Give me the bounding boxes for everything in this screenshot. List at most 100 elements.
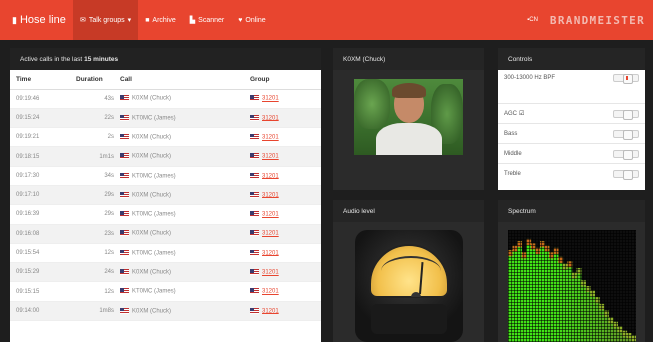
table-row[interactable]: 09:19:46 43s K0XM (Chuck) 31201: [10, 89, 321, 109]
call-time: 09:16:39: [10, 204, 76, 225]
call-group-text: 31201: [262, 153, 279, 160]
call-callsign[interactable]: K0XM (Chuck): [120, 262, 250, 283]
call-callsign[interactable]: K0XM (Chuck): [120, 301, 250, 322]
call-time: 09:16:08: [10, 224, 76, 244]
col-group[interactable]: Group: [250, 70, 321, 90]
call-duration: 24s: [76, 262, 120, 283]
comments-icon: ✉: [80, 17, 86, 24]
controls-title: Controls: [498, 48, 645, 70]
agc-toggle[interactable]: [613, 109, 639, 120]
table-row[interactable]: 09:15:24 22s KT0MC (James) 31201: [10, 108, 321, 129]
us-flag-icon: [250, 269, 259, 276]
call-group-link[interactable]: 31201: [250, 262, 321, 283]
call-duration: 29s: [76, 204, 120, 225]
nav-talk-groups-label: Talk groups: [88, 16, 125, 24]
control-bass-label: Bass: [504, 130, 518, 137]
us-flag-icon: [250, 153, 259, 160]
call-group-link[interactable]: 31201: [250, 301, 321, 322]
vu-meter-face: [369, 244, 449, 298]
table-row[interactable]: 09:15:29 24s K0XM (Chuck) 31201: [10, 262, 321, 283]
control-treble: Treble: [498, 164, 645, 184]
call-group-text: 31201: [262, 192, 279, 199]
call-callsign-text: KT0MC (James): [132, 288, 176, 295]
active-calls-header-window: 15 minutes: [84, 55, 119, 63]
call-callsign-text: KT0MC (James): [132, 211, 176, 218]
call-duration: 12s: [76, 281, 120, 302]
call-callsign-text: K0XM (Chuck): [132, 231, 172, 238]
nav-scanner[interactable]: ▙ Scanner: [183, 0, 231, 40]
audio-level-panel: Audio level: [333, 200, 484, 342]
call-callsign[interactable]: K0XM (Chuck): [120, 146, 250, 167]
table-row[interactable]: 09:18:15 1m1s K0XM (Chuck) 31201: [10, 146, 321, 167]
controls-body: 300-13000 Hz BPF AGC ☑ Bass Middle Treble: [498, 70, 645, 190]
us-flag-icon: [120, 172, 129, 179]
call-group-text: 31201: [262, 211, 279, 218]
table-row[interactable]: 09:17:30 34s KT0MC (James) 31201: [10, 166, 321, 186]
col-duration[interactable]: Duration: [76, 70, 120, 90]
tower-icon: ▮: [12, 15, 17, 25]
us-flag-icon: [120, 288, 129, 295]
treble-slider[interactable]: [613, 170, 639, 180]
table-row[interactable]: 09:16:08 23s K0XM (Chuck) 31201: [10, 224, 321, 244]
navbar-right: ▪CN BRANDMEISTER: [527, 0, 645, 40]
vu-meter: [355, 230, 463, 342]
call-group-link[interactable]: 31201: [250, 166, 321, 186]
call-duration: 29s: [76, 185, 120, 206]
call-group-text: 31201: [262, 115, 279, 122]
call-group-text: 31201: [262, 134, 279, 141]
call-group-link[interactable]: 31201: [250, 146, 321, 167]
checkbox-checked-icon[interactable]: ☑: [519, 111, 524, 117]
brandmeister-logo: BRANDMEISTER: [549, 13, 645, 27]
calls-table: Time Duration Call Group 09:19:46 43s K0XM…: [10, 70, 321, 322]
active-calls-panel: Active calls in the last 15 minutes Time…: [10, 48, 321, 342]
video-title: K0XM (Chuck): [333, 48, 484, 70]
call-group-link[interactable]: 31201: [250, 224, 321, 244]
middle-slider[interactable]: [613, 149, 639, 160]
call-group-link[interactable]: 31201: [250, 243, 321, 264]
table-row[interactable]: 09:14:00 1m8s K0XM (Chuck) 31201: [10, 301, 321, 322]
call-time: 09:14:00: [10, 301, 76, 322]
call-duration: 1m1s: [76, 146, 120, 167]
call-callsign[interactable]: K0XM (Chuck): [120, 127, 250, 148]
bass-slider[interactable]: [613, 129, 639, 140]
table-row[interactable]: 09:17:10 29s K0XM (Chuck) 31201: [10, 185, 321, 206]
table-row[interactable]: 09:19:21 2s K0XM (Chuck) 31201: [10, 127, 321, 148]
call-callsign[interactable]: K0XM (Chuck): [120, 224, 250, 244]
call-callsign[interactable]: K0XM (Chuck): [120, 185, 250, 206]
call-callsign[interactable]: KT0MC (James): [120, 243, 250, 264]
call-group-link[interactable]: 31201: [250, 108, 321, 129]
control-agc: AGC ☑: [498, 104, 645, 124]
call-callsign-text: K0XM (Chuck): [132, 95, 172, 102]
vu-meter-scale: [381, 256, 441, 286]
table-row[interactable]: 09:16:39 29s KT0MC (James) 31201: [10, 204, 321, 225]
us-flag-icon: [120, 211, 129, 218]
call-group-link[interactable]: 31201: [250, 127, 321, 148]
nav-archive[interactable]: ■ Archive: [138, 0, 183, 40]
call-callsign[interactable]: KT0MC (James): [120, 166, 250, 186]
call-callsign[interactable]: KT0MC (James): [120, 108, 250, 129]
call-callsign[interactable]: K0XM (Chuck): [120, 89, 250, 109]
call-group-link[interactable]: 31201: [250, 204, 321, 225]
call-group-link[interactable]: 31201: [250, 185, 321, 206]
call-callsign-text: K0XM (Chuck): [132, 308, 172, 315]
call-callsign-text: KT0MC (James): [132, 115, 176, 122]
col-time[interactable]: Time: [10, 70, 76, 90]
video-foliage: [354, 79, 390, 129]
brand[interactable]: ▮ Hose line: [0, 14, 73, 26]
call-callsign[interactable]: KT0MC (James): [120, 204, 250, 225]
call-duration: 34s: [76, 166, 120, 186]
table-row[interactable]: 09:15:54 12s KT0MC (James) 31201: [10, 243, 321, 264]
call-group-link[interactable]: 31201: [250, 281, 321, 302]
video-frame[interactable]: [354, 79, 463, 155]
call-callsign[interactable]: KT0MC (James): [120, 281, 250, 302]
us-flag-icon: [120, 307, 129, 314]
nav-talk-groups[interactable]: ✉ Talk groups ▾: [73, 0, 139, 40]
table-row[interactable]: 09:15:15 12s KT0MC (James) 31201: [10, 281, 321, 302]
call-group-text: 31201: [262, 288, 279, 295]
call-group-link[interactable]: 31201: [250, 89, 321, 109]
bpf-toggle[interactable]: [613, 74, 639, 84]
col-call[interactable]: Call: [120, 70, 250, 90]
language-switch[interactable]: ▪CN: [527, 17, 538, 23]
nav-online[interactable]: ♥ Online: [231, 0, 272, 40]
call-time: 09:17:10: [10, 185, 76, 206]
